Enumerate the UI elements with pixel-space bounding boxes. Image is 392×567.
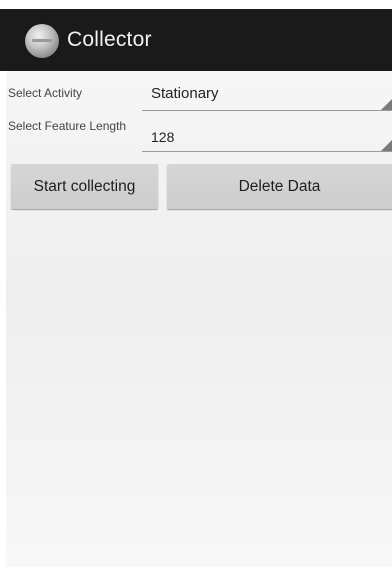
activity-label: Select Activity bbox=[8, 86, 83, 100]
spinner-dropdown-icon bbox=[381, 140, 392, 151]
activity-spinner[interactable]: Stationary bbox=[142, 80, 392, 111]
app-screen: Collector Select Activity Stationary Sel… bbox=[0, 0, 392, 567]
activity-spinner-value: Stationary bbox=[151, 85, 219, 102]
activity-row: Select Activity Stationary bbox=[6, 80, 392, 113]
feature-length-spinner[interactable]: 128 bbox=[142, 121, 392, 152]
feature-length-label: Select Feature Length bbox=[8, 119, 127, 133]
delete-data-button[interactable]: Delete Data bbox=[167, 164, 392, 209]
feature-length-row: Select Feature Length 128 bbox=[6, 117, 392, 155]
status-bar-strip bbox=[0, 0, 392, 9]
spinner-dropdown-icon bbox=[381, 99, 392, 110]
action-bar: Collector bbox=[0, 9, 392, 71]
app-logo-icon[interactable] bbox=[25, 24, 59, 58]
feature-length-spinner-value: 128 bbox=[151, 129, 175, 145]
app-logo-mark bbox=[32, 39, 52, 42]
start-collecting-button[interactable]: Start collecting bbox=[11, 164, 158, 209]
app-title: Collector bbox=[67, 28, 152, 51]
